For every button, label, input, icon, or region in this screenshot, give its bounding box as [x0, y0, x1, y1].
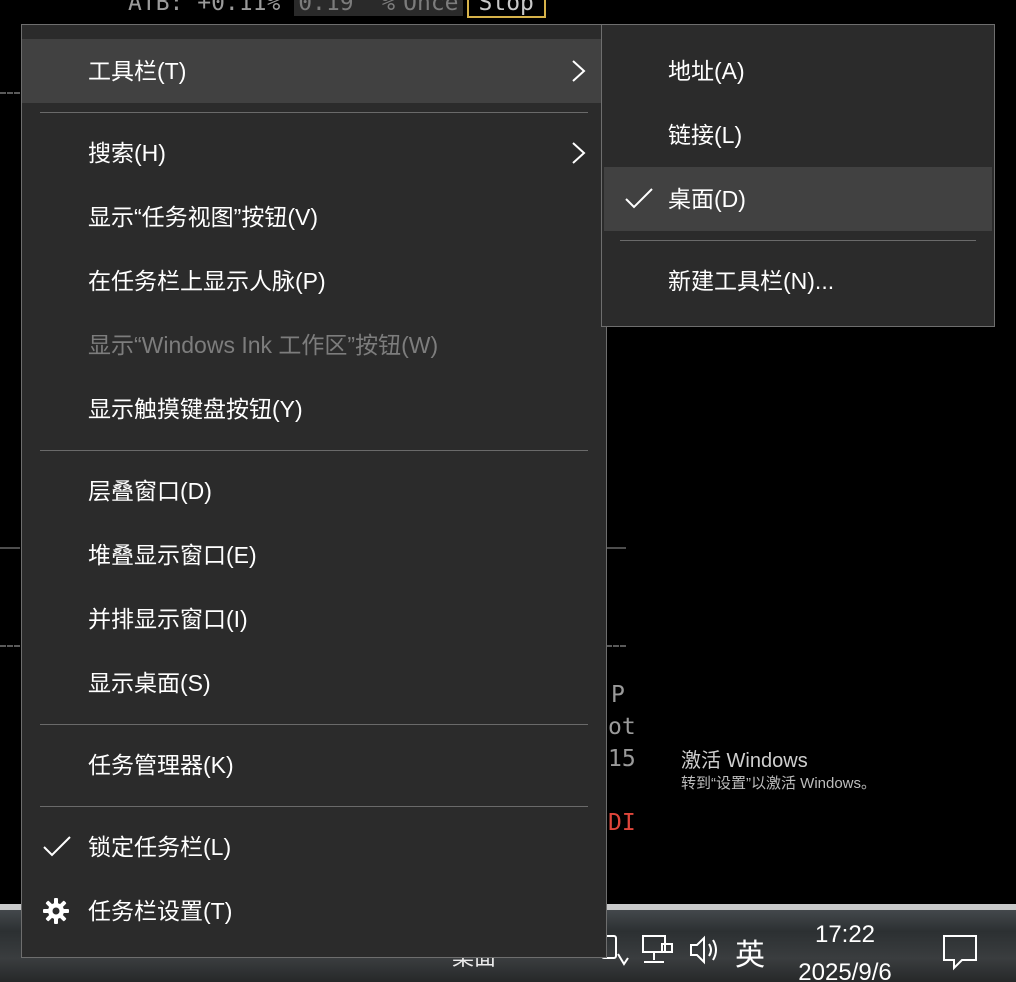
menu-item-label: 桌面(D) — [668, 186, 746, 212]
menu-item-lock-taskbar[interactable]: 锁定任务栏(L) — [22, 815, 606, 879]
menu-item-label: 在任务栏上显示人脉(P) — [88, 268, 326, 294]
submenu-item-desktop[interactable]: 桌面(D) — [604, 167, 992, 231]
terminal-divider — [0, 92, 20, 94]
menu-separator — [620, 240, 976, 241]
terminal-value-text: 0.19 % — [294, 0, 400, 16]
menu-item-label: 并排显示窗口(I) — [88, 606, 248, 632]
terminal-fragment: 15 — [608, 746, 636, 772]
checkmark-icon — [625, 188, 653, 209]
menu-item-show-windows-ink: 显示“Windows Ink 工作区”按钮(W) — [22, 313, 606, 377]
submenu-item-address[interactable]: 地址(A) — [602, 39, 994, 103]
menu-separator — [40, 112, 588, 113]
menu-item-search[interactable]: 搜索(H) — [22, 121, 606, 185]
screen: ATB: +0.11% 0.19 % Once Stop P ot 15 DI 激活… — [0, 0, 1016, 982]
menu-item-label: 堆叠显示窗口(E) — [88, 542, 257, 568]
menu-item-label: 链接(L) — [668, 122, 743, 148]
menu-item-task-manager[interactable]: 任务管理器(K) — [22, 733, 606, 797]
volume-icon[interactable] — [688, 930, 722, 970]
checkmark-icon — [43, 836, 71, 857]
menu-item-label: 显示“Windows Ink 工作区”按钮(W) — [88, 332, 439, 358]
menu-item-label: 锁定任务栏(L) — [88, 834, 232, 860]
terminal-divider — [606, 645, 626, 647]
menu-item-show-task-view[interactable]: 显示“任务视图”按钮(V) — [22, 185, 606, 249]
menu-item-label: 地址(A) — [668, 58, 745, 84]
terminal-divider — [0, 645, 20, 647]
gear-icon — [43, 898, 69, 924]
menu-item-label: 工具栏(T) — [88, 58, 187, 84]
once-button[interactable]: Once — [399, 0, 463, 16]
menu-item-cascade-windows[interactable]: 层叠窗口(D) — [22, 459, 606, 523]
activation-subtitle: 转到“设置”以激活 Windows。 — [681, 775, 877, 792]
toolbars-submenu: 地址(A) 链接(L) 桌面(D) 新建工具栏(N)... — [601, 24, 995, 327]
menu-item-stack-windows[interactable]: 堆叠显示窗口(E) — [22, 523, 606, 587]
submenu-item-new-toolbar[interactable]: 新建工具栏(N)... — [602, 249, 994, 313]
notification-center-icon[interactable] — [940, 932, 980, 972]
menu-item-show-desktop[interactable]: 显示桌面(S) — [22, 651, 606, 715]
activation-title: 激活 Windows — [681, 750, 808, 772]
stop-button[interactable]: Stop — [466, 0, 546, 18]
network-icon[interactable] — [640, 930, 674, 970]
menu-item-label: 任务管理器(K) — [88, 752, 234, 778]
menu-item-side-by-side-windows[interactable]: 并排显示窗口(I) — [22, 587, 606, 651]
clock-date: 2025/9/6 — [798, 959, 892, 982]
chevron-right-icon — [572, 142, 586, 164]
menu-separator — [40, 450, 588, 451]
terminal-divider — [0, 547, 20, 549]
terminal-divider — [606, 547, 626, 549]
chevron-right-icon — [572, 60, 586, 82]
submenu-item-links[interactable]: 链接(L) — [602, 103, 994, 167]
menu-item-label: 层叠窗口(D) — [88, 478, 212, 504]
terminal-fragment: P — [611, 682, 625, 708]
system-clock[interactable]: 17:22 2025/9/6 — [780, 916, 910, 982]
taskbar-context-menu: 工具栏(T) 搜索(H) 显示“任务视图”按钮(V) 在任务栏上显示人脉(P) … — [21, 24, 607, 958]
terminal-fragment: ot — [608, 714, 636, 740]
ime-indicator[interactable]: 英 — [735, 930, 765, 974]
menu-item-label: 显示桌面(S) — [88, 670, 211, 696]
menu-item-label: 显示触摸键盘按钮(Y) — [88, 396, 303, 422]
menu-item-label: 新建工具栏(N)... — [668, 268, 835, 294]
terminal-status-line: ATB: +0.11% 0.19 % Once Stop — [128, 0, 546, 18]
menu-item-label: 显示“任务视图”按钮(V) — [88, 204, 318, 230]
menu-item-taskbar-settings[interactable]: 任务栏设置(T) — [22, 879, 606, 943]
menu-item-show-people[interactable]: 在任务栏上显示人脉(P) — [22, 249, 606, 313]
menu-item-toolbars[interactable]: 工具栏(T) — [22, 39, 606, 103]
menu-separator — [40, 806, 588, 807]
clock-time: 17:22 — [814, 921, 876, 948]
terminal-atb-text: ATB: +0.11% — [128, 0, 281, 16]
menu-item-label: 搜索(H) — [88, 140, 166, 166]
terminal-fragment: DI — [608, 810, 636, 836]
menu-separator — [40, 724, 588, 725]
menu-item-label: 任务栏设置(T) — [88, 898, 233, 924]
activation-watermark: 激活 Windows 转到“设置”以激活 Windows。 — [681, 748, 876, 794]
menu-item-show-touch-keyboard[interactable]: 显示触摸键盘按钮(Y) — [22, 377, 606, 441]
